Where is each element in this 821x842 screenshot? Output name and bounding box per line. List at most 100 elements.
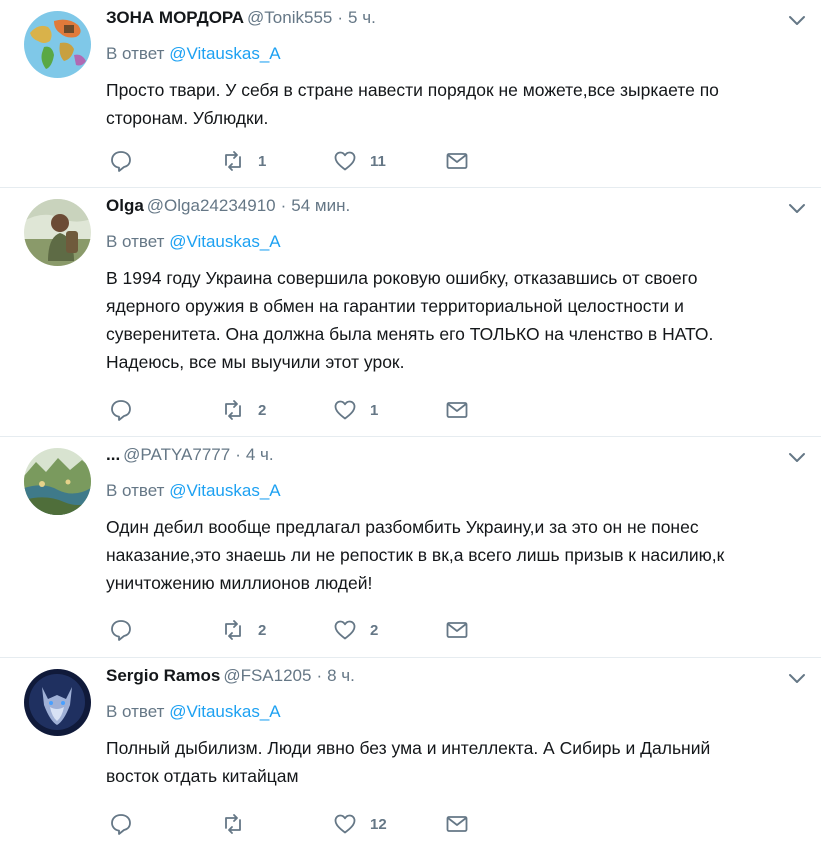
envelope-icon — [446, 153, 468, 169]
retweet-button[interactable] — [221, 812, 258, 836]
reply-prefix: В ответ — [106, 702, 165, 721]
tweet[interactable]: Olga @Olga24234910 · 54 мин. В ответ @Vitau… — [0, 188, 821, 437]
reply-context: В ответ @Vitauskas_A — [106, 481, 281, 501]
tweet-text: Полный дыбилизм. Люди явно без ума и инт… — [106, 734, 806, 790]
timestamp[interactable]: 5 ч. — [348, 8, 376, 27]
avatar[interactable] — [24, 11, 91, 78]
like-button[interactable]: 12 — [333, 812, 387, 836]
author-handle[interactable]: @Tonik555 — [247, 8, 332, 27]
tweet-text-line: наказание,это знаешь ли не репостик в вк… — [106, 545, 725, 565]
reply-button[interactable] — [109, 812, 133, 836]
tweet[interactable]: ЗОНА МОРДОРА @Tonik555 · 5 ч. В ответ @Vita… — [0, 0, 821, 188]
author-handle[interactable]: @PATYA7777 — [123, 445, 230, 464]
retweet-icon — [225, 620, 241, 640]
separator-dot: · — [316, 666, 323, 685]
timestamp[interactable]: 4 ч. — [246, 445, 274, 464]
reply-icon — [111, 814, 131, 835]
world-map-avatar-icon — [24, 11, 91, 78]
retweet-button[interactable]: 1 — [221, 149, 266, 173]
author-handle[interactable]: @FSA1205 — [223, 666, 311, 685]
reply-mention-link[interactable]: @Vitauskas_A — [169, 702, 280, 721]
tweet-text-line: суверенитета. Она должна была менять его… — [106, 324, 714, 344]
envelope-icon — [446, 622, 468, 638]
separator-dot: · — [280, 196, 287, 215]
avatar[interactable] — [24, 199, 91, 266]
direct-message-button[interactable] — [445, 398, 469, 422]
separator-dot: · — [235, 445, 241, 464]
tweet-actions: 1 11 — [106, 149, 506, 179]
chevron-down-icon[interactable] — [788, 12, 806, 30]
avatar[interactable] — [24, 448, 91, 515]
tweet-text: Один дебил вообще предлагал разбомбить У… — [106, 513, 806, 597]
tweet-actions: 12 — [106, 812, 506, 842]
like-count: 1 — [370, 401, 379, 419]
landscape-avatar-icon — [24, 448, 91, 515]
direct-message-button[interactable] — [445, 618, 469, 642]
retweet-icon — [225, 151, 241, 171]
reply-icon — [111, 151, 131, 172]
like-count: 11 — [370, 152, 386, 170]
avatar[interactable] — [24, 669, 91, 736]
reply-button[interactable] — [109, 618, 133, 642]
reply-button[interactable] — [109, 398, 133, 422]
timestamp[interactable]: 8 ч. — [327, 666, 355, 685]
tweet-text: Просто твари. У себя в стране навести по… — [106, 76, 806, 132]
retweet-count: 1 — [258, 152, 267, 170]
direct-message-button[interactable] — [445, 812, 469, 836]
envelope-icon — [446, 816, 468, 832]
reply-button[interactable] — [109, 149, 133, 173]
like-button[interactable]: 11 — [333, 149, 386, 173]
reply-prefix: В ответ — [106, 232, 165, 251]
heart-icon — [334, 400, 356, 420]
tweet-actions: 2 2 — [106, 618, 506, 648]
author-handle[interactable]: @Olga24234910 — [147, 196, 276, 215]
retweet-button[interactable]: 2 — [221, 618, 266, 642]
like-button[interactable]: 2 — [333, 618, 378, 642]
reply-mention-link[interactable]: @Vitauskas_A — [169, 481, 280, 500]
tweet-actions: 2 1 — [106, 398, 506, 428]
tweet-text-line: В 1994 году Украина совершила роковую ош… — [106, 268, 698, 288]
envelope-icon — [446, 402, 468, 418]
heart-icon — [334, 620, 356, 640]
retweet-icon — [225, 400, 241, 420]
reply-context: В ответ @Vitauskas_A — [106, 44, 281, 64]
separator-dot: · — [337, 8, 344, 27]
direct-message-button[interactable] — [445, 149, 469, 173]
chevron-down-icon[interactable] — [788, 200, 806, 218]
tweet-text-line: ядерного оружия в обмен на гарантии терр… — [106, 296, 684, 316]
like-button[interactable]: 1 — [333, 398, 378, 422]
author-name[interactable]: ЗОНА МОРДОРА — [106, 8, 244, 27]
wolf-avatar-icon — [24, 669, 91, 736]
reply-mention-link[interactable]: @Vitauskas_A — [169, 232, 280, 251]
reply-prefix: В ответ — [106, 44, 165, 63]
tweet[interactable]: Sergio Ramos @FSA1205 · 8 ч. В ответ @Vitau… — [0, 658, 821, 835]
retweet-icon — [225, 814, 241, 834]
reply-mention-link[interactable]: @Vitauskas_A — [169, 44, 280, 63]
chevron-down-icon[interactable] — [788, 449, 806, 467]
person-outdoors-avatar-icon — [24, 199, 91, 266]
tweet-text-line: Просто твари. У себя в стране навести по… — [106, 80, 719, 100]
author-name[interactable]: ... — [106, 445, 120, 464]
tweet-text-line: уничтожению миллионов людей! — [106, 573, 373, 593]
timestamp[interactable]: 54 мин. — [291, 196, 350, 215]
author-name[interactable]: Olga — [106, 196, 144, 215]
tweet-text-line: Один дебил вообще предлагал разбомбить У… — [106, 517, 699, 537]
reply-context: В ответ @Vitauskas_A — [106, 232, 281, 252]
reply-context: В ответ @Vitauskas_A — [106, 702, 281, 722]
heart-icon — [334, 151, 356, 171]
chevron-down-icon[interactable] — [788, 670, 806, 688]
tweet-text-line: сторонам. Ублюдки. — [106, 108, 269, 128]
tweet-text-line: восток отдать китайцам — [106, 766, 299, 786]
author-name[interactable]: Sergio Ramos — [106, 666, 220, 685]
like-count: 2 — [370, 621, 379, 639]
heart-icon — [334, 814, 356, 834]
tweet-text-line: Полный дыбилизм. Люди явно без ума и инт… — [106, 738, 711, 758]
retweet-button[interactable]: 2 — [221, 398, 266, 422]
reply-icon — [111, 620, 131, 641]
retweet-count: 2 — [258, 401, 267, 419]
tweet[interactable]: ... @PATYA7777 · 4 ч. В ответ @Vitauskas_A … — [0, 437, 821, 658]
like-count: 12 — [370, 815, 387, 833]
tweet-text: В 1994 году Украина совершила роковую ош… — [106, 264, 806, 376]
retweet-count: 2 — [258, 621, 267, 639]
tweet-text-line: Надеюсь, все мы выучили этот урок. — [106, 352, 405, 372]
